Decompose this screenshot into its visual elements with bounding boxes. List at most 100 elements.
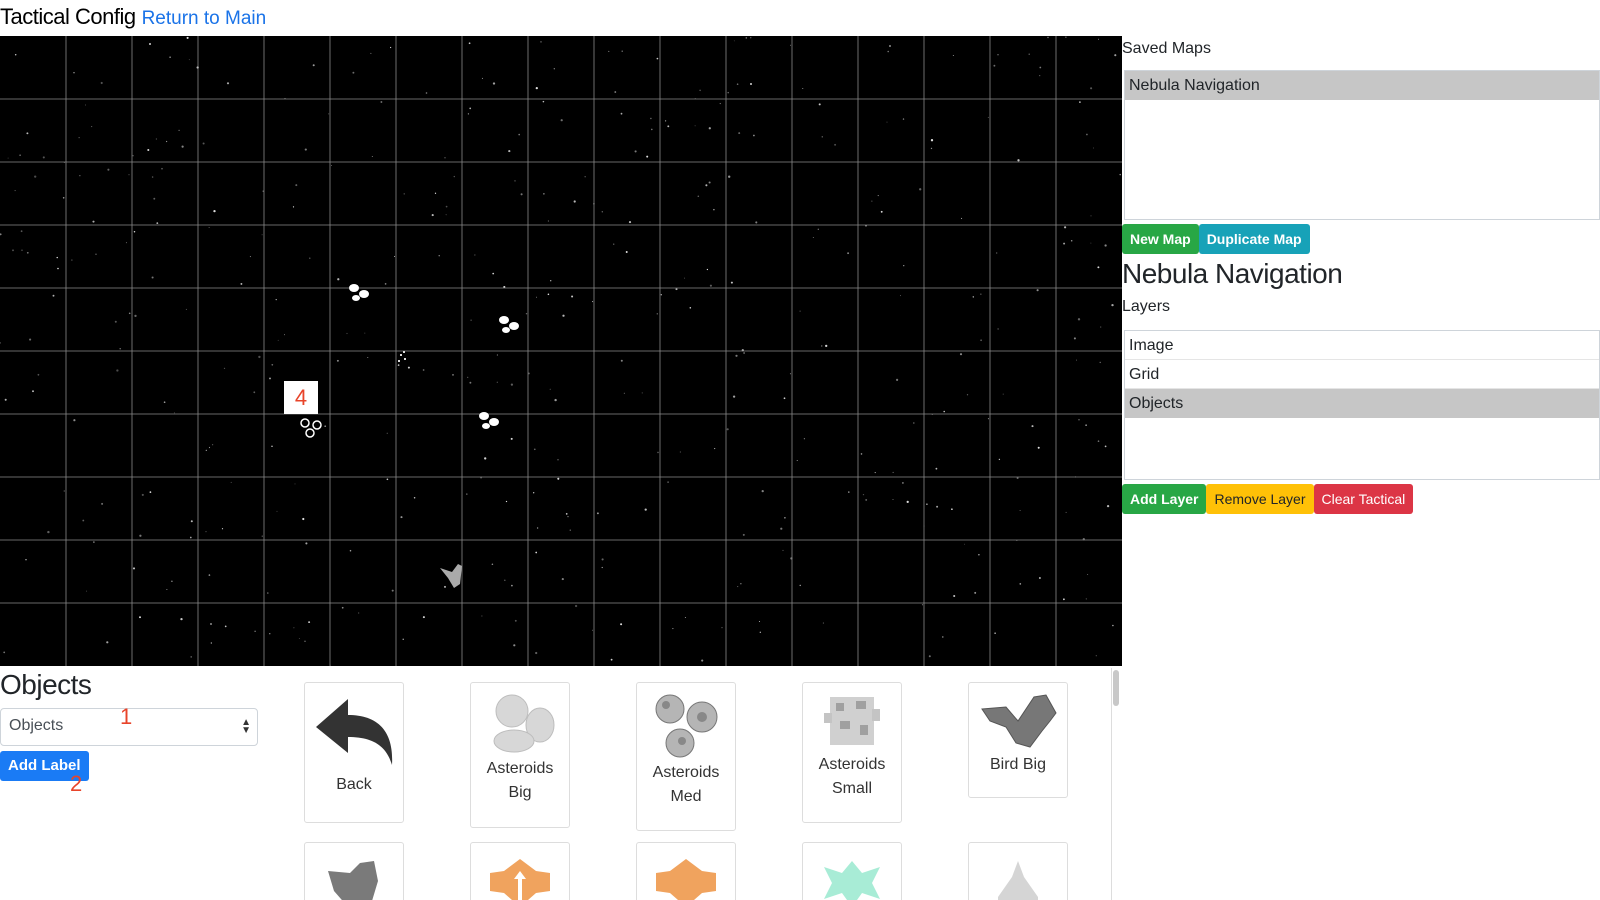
star xyxy=(253,391,256,394)
gallery-item-bird[interactable] xyxy=(304,842,404,900)
star xyxy=(1077,318,1081,321)
tactical-map-canvas[interactable]: 4 xyxy=(0,36,1122,666)
gallery-item-bird-big[interactable]: Bird Big xyxy=(968,682,1068,798)
star xyxy=(701,659,704,662)
star xyxy=(293,627,295,629)
map-text-label[interactable]: 4 xyxy=(284,381,318,414)
star xyxy=(304,640,306,642)
star xyxy=(276,510,278,512)
layer-item-objects[interactable]: Objects xyxy=(1125,389,1599,418)
star xyxy=(153,197,156,200)
star xyxy=(466,493,468,495)
star xyxy=(634,150,637,153)
duplicate-map-button[interactable]: Duplicate Map xyxy=(1198,224,1310,254)
new-map-button[interactable]: New Map xyxy=(1122,224,1199,254)
star xyxy=(651,128,653,131)
gallery-item-back[interactable]: Back xyxy=(304,682,404,823)
bird-icon xyxy=(328,861,378,900)
star xyxy=(535,86,538,90)
star xyxy=(727,91,729,94)
star xyxy=(784,517,786,519)
star xyxy=(469,107,472,110)
scrollbar-thumb[interactable] xyxy=(1113,670,1119,706)
star xyxy=(508,150,511,153)
star xyxy=(298,638,300,640)
star xyxy=(185,308,187,310)
gallery-item-asteroids-small[interactable]: Asteroids Small xyxy=(802,682,902,823)
star xyxy=(758,620,761,623)
star xyxy=(735,354,738,357)
star xyxy=(213,209,216,213)
star xyxy=(608,50,610,52)
star xyxy=(205,449,207,451)
star xyxy=(620,623,623,626)
star xyxy=(928,655,931,658)
star xyxy=(736,83,739,85)
star xyxy=(742,533,745,536)
star xyxy=(745,37,748,39)
star xyxy=(407,366,410,369)
star xyxy=(1112,624,1114,627)
saved-map-item[interactable]: Nebula Navigation xyxy=(1125,71,1599,100)
star xyxy=(737,586,739,588)
star xyxy=(52,294,55,297)
page-title: Tactical Config xyxy=(0,4,136,29)
gallery-item-orange-ship[interactable] xyxy=(470,842,570,900)
star xyxy=(1090,87,1093,90)
star xyxy=(240,282,243,285)
star xyxy=(26,251,29,254)
gallery-item-orange-ship-2[interactable] xyxy=(636,842,736,900)
gallery-item-asteroids-big[interactable]: Asteroids Big xyxy=(470,682,570,828)
star xyxy=(202,142,205,145)
layer-item-grid[interactable]: Grid xyxy=(1125,360,1599,389)
star xyxy=(1031,425,1034,428)
star xyxy=(249,256,251,258)
star xyxy=(1099,361,1101,364)
gallery-item-label: Bird Big xyxy=(989,756,1047,773)
saved-maps-list[interactable]: Nebula Navigation xyxy=(1124,70,1600,220)
star xyxy=(82,519,85,522)
star xyxy=(119,347,121,350)
star xyxy=(535,296,537,298)
star xyxy=(336,359,339,362)
star xyxy=(644,508,647,511)
star xyxy=(100,81,103,85)
layer-item-image[interactable]: Image xyxy=(1125,331,1599,360)
star xyxy=(258,355,261,359)
star xyxy=(25,559,27,561)
return-to-main-link[interactable]: Return to Main xyxy=(142,8,267,30)
star xyxy=(998,458,1001,461)
star xyxy=(601,558,604,561)
gallery-item-grey-ship[interactable] xyxy=(968,842,1068,900)
star xyxy=(733,40,735,42)
star xyxy=(186,36,189,39)
star xyxy=(510,383,514,386)
star xyxy=(1063,226,1067,229)
star xyxy=(1079,101,1081,103)
gallery-item-asteroids-med[interactable]: Asteroids Med xyxy=(636,682,736,831)
gallery-item-teal-ship[interactable] xyxy=(802,842,902,900)
star xyxy=(467,113,470,115)
star xyxy=(1017,159,1020,162)
clear-tactical-button[interactable]: Clear Tactical xyxy=(1313,484,1414,514)
header: Tactical Config Return to Main xyxy=(0,0,266,34)
remove-layer-button[interactable]: Remove Layer xyxy=(1206,484,1314,514)
star xyxy=(139,616,141,619)
star xyxy=(156,222,159,225)
star xyxy=(14,190,16,192)
star xyxy=(953,594,956,598)
star xyxy=(550,280,552,282)
layers-list[interactable]: Image Grid Objects xyxy=(1124,330,1600,480)
star xyxy=(226,82,230,85)
star xyxy=(386,432,388,434)
star xyxy=(161,167,163,170)
star xyxy=(667,481,669,483)
star xyxy=(942,636,944,638)
gallery-scrollbar[interactable] xyxy=(1111,668,1119,900)
star xyxy=(1039,66,1042,69)
star xyxy=(799,310,801,312)
star xyxy=(943,410,945,413)
add-layer-button[interactable]: Add Layer xyxy=(1122,484,1207,514)
star xyxy=(402,638,404,640)
star xyxy=(964,543,966,545)
